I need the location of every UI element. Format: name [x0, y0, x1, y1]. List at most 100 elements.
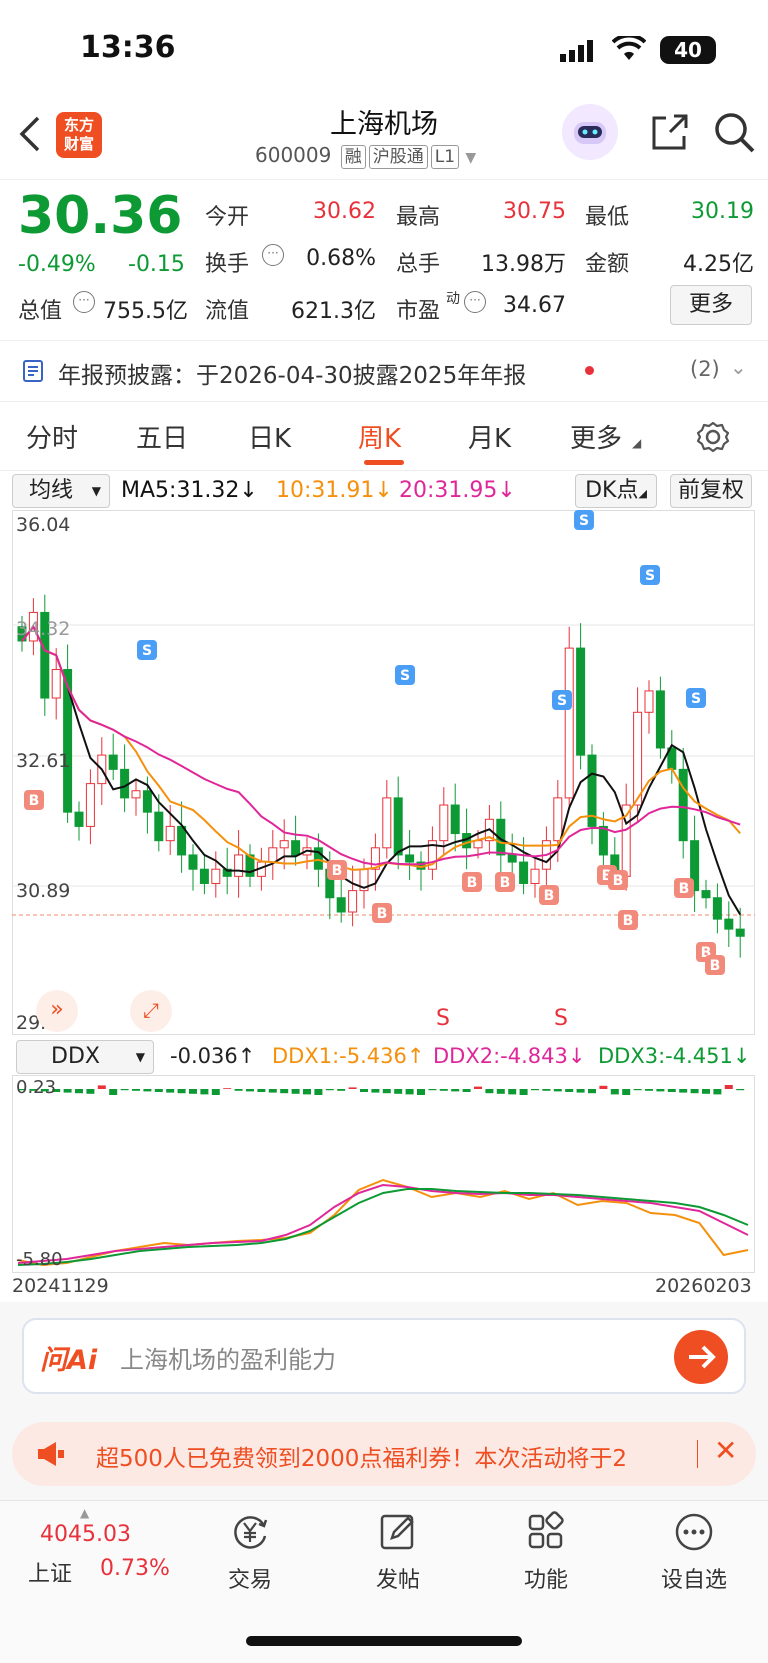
adjust-button[interactable]: 前复权 — [670, 474, 752, 508]
ddx-bar — [485, 1089, 494, 1094]
gear-icon[interactable] — [696, 420, 730, 458]
ddx-bar — [599, 1085, 608, 1089]
info-icon[interactable]: ··· — [73, 291, 95, 313]
ddx-bar — [417, 1089, 425, 1095]
nav-post-label: 发帖 — [375, 1568, 420, 1593]
kline-chart[interactable]: BSBBSBBBSSBBBSBSBB 36.04 34.32 32.61 30.… — [12, 510, 755, 1035]
ma10-value: 10:31.91↓ — [276, 478, 393, 503]
ddx-bar — [63, 1089, 72, 1093]
ddx-bar — [143, 1089, 152, 1092]
y-tick-label: 30.89 — [16, 880, 71, 902]
arrow-right-icon[interactable] — [674, 1330, 728, 1384]
ddx-bar — [132, 1089, 140, 1091]
nav-post[interactable]: 发帖 — [348, 1510, 448, 1594]
tab-week-k[interactable]: 周K — [358, 418, 401, 455]
svg-text:B: B — [544, 888, 555, 904]
ask-ai-brand: 问Ai — [40, 1345, 98, 1376]
candle-body — [564, 647, 574, 799]
ddx-value: -0.036↑ — [170, 1044, 256, 1068]
candle-body — [473, 840, 483, 849]
candle-body — [735, 928, 745, 937]
promo-banner[interactable]: 超500人已免费领到2000点福利券！本次活动将于2 ✕ — [12, 1422, 756, 1486]
ddx-chart[interactable]: 0.23 -5.80 — [12, 1075, 755, 1273]
ddx-bar — [246, 1089, 254, 1092]
candle-body — [177, 825, 187, 856]
tab-day-k[interactable]: 日K — [248, 418, 291, 455]
more-button[interactable]: 更多 — [670, 285, 752, 325]
buy-signal-marker: B — [705, 955, 725, 975]
svg-text:B: B — [623, 913, 634, 929]
tab-more[interactable]: 更多 — [570, 418, 622, 455]
candle-body — [450, 804, 460, 835]
candle-body — [74, 811, 84, 827]
ddx-bar — [97, 1085, 106, 1089]
info-icon[interactable]: ··· — [464, 291, 486, 313]
turnover-value: 0.68% — [306, 246, 376, 271]
ddx-bar — [565, 1089, 574, 1092]
close-icon[interactable]: ✕ — [714, 1434, 737, 1467]
ddx-selector[interactable]: DDX ▼ — [16, 1040, 154, 1074]
candle-body — [291, 840, 301, 856]
ddx-chart-border — [12, 1075, 755, 1273]
info-icon[interactable]: ··· — [262, 244, 284, 266]
signal-s-marker: S — [436, 1006, 450, 1031]
mktcap-label: 总值 — [18, 299, 63, 324]
ask-ai-box[interactable]: 问Ai 上海机场的盈利能力 — [22, 1318, 746, 1394]
candle-body — [165, 825, 175, 842]
search-icon[interactable] — [712, 110, 756, 158]
nav-add-watchlist[interactable]: 设自选 — [644, 1510, 744, 1594]
candle-body — [393, 797, 403, 856]
candle-body — [712, 897, 722, 920]
stock-header: 东方 财富 上海机场 600009 融沪股通 L1 ▼ — [0, 100, 768, 180]
share-icon[interactable] — [648, 112, 690, 158]
fullscreen-icon[interactable]: ⤢ — [130, 990, 172, 1032]
svg-text:S: S — [557, 693, 567, 709]
status-time: 13:36 — [80, 30, 176, 65]
candle-body — [188, 854, 198, 870]
candle-body — [701, 890, 711, 899]
expand-panel-icon[interactable]: » — [36, 990, 78, 1032]
ddx-bar — [702, 1089, 710, 1094]
ddx-bar — [656, 1089, 665, 1092]
dk-point-button[interactable]: DK点◢ — [575, 474, 657, 508]
battery-icon: 40 — [660, 36, 716, 64]
chevron-down-icon[interactable]: ▼ — [465, 150, 476, 166]
ddx-bar — [610, 1089, 619, 1095]
ddx-bar — [223, 1088, 232, 1089]
ddx-bar — [508, 1089, 517, 1095]
notice-bar[interactable]: 年报预披露：于2026-04-30披露2025年年报 (2) ⌄ — [0, 341, 768, 401]
ddx-bar — [576, 1089, 585, 1093]
ddx-bar — [314, 1089, 323, 1095]
tab-timeshare[interactable]: 分时 — [26, 418, 78, 455]
index-change: 0.73% — [100, 1556, 170, 1581]
ma5-value: MA5:31.32↓ — [121, 478, 258, 503]
buy-signal-marker: B — [327, 860, 347, 880]
ddx-bar — [120, 1089, 129, 1091]
ask-ai-input[interactable]: 上海机场的盈利能力 — [120, 1340, 336, 1375]
indicator-selector[interactable]: 均线 ▼ — [12, 474, 110, 508]
tab-fiveday[interactable]: 五日 — [136, 418, 188, 455]
ddx-bar — [268, 1089, 277, 1093]
index-widget[interactable]: ▲ 4045.03 上证 0.73% — [22, 1506, 172, 1587]
nav-functions[interactable]: 功能 — [496, 1510, 596, 1594]
nav-trade[interactable]: 交易 — [200, 1510, 300, 1594]
candle-body — [279, 840, 289, 849]
buy-signal-marker: B — [674, 878, 694, 898]
tab-month-k[interactable]: 月K — [468, 418, 511, 455]
home-indicator — [246, 1636, 522, 1646]
open-label: 今开 — [205, 205, 250, 230]
promo-text: 超500人已免费领到2000点福利券！本次活动将于2 — [96, 1446, 628, 1472]
ddx-bar — [428, 1089, 437, 1091]
svg-text:B: B — [613, 873, 624, 889]
candle-body — [336, 897, 346, 913]
date-end: 20260203 — [655, 1275, 752, 1297]
dropdown-icon: ◢ — [638, 487, 647, 500]
ddx-bar — [189, 1089, 197, 1094]
svg-text:B: B — [500, 875, 511, 891]
candle-body — [85, 783, 95, 827]
robot-avatar-icon[interactable] — [562, 104, 618, 160]
tag-level: L1 — [430, 145, 460, 169]
candle-body — [439, 804, 449, 842]
ddx-bar — [645, 1089, 653, 1091]
stock-code-line: 600009 融沪股通 L1 ▼ — [255, 143, 476, 169]
